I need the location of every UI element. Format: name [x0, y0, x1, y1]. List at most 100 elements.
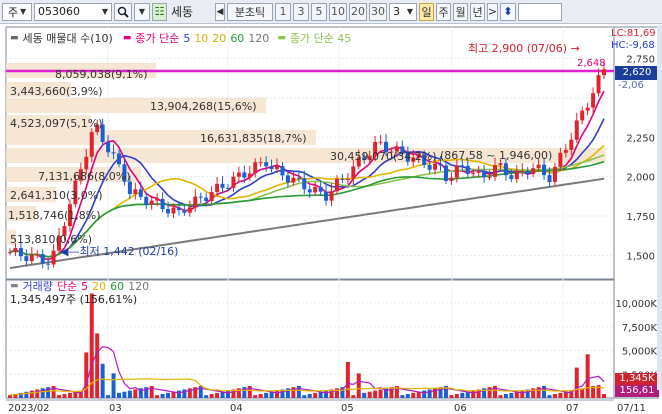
volume-bar [160, 394, 165, 398]
candle-body [155, 199, 160, 201]
volume-profile-label: 7,131,686(8,0%) [38, 170, 131, 183]
candle-body [24, 256, 29, 262]
candle-body [166, 209, 171, 214]
volume-axis-tick: 5,000K [622, 347, 658, 358]
volume-bar [122, 391, 127, 398]
volume-bar [460, 392, 465, 398]
candle-body [378, 141, 383, 143]
candle-body [138, 189, 143, 197]
arrow-right-icon: → [570, 42, 580, 55]
candle-body [351, 166, 356, 179]
volume-profile-label: 4,523,097(5,1%) [10, 117, 103, 130]
arrow-left-icon: ◀— [60, 245, 80, 258]
low-annotation: ◀—최저 1,442 (02/16) [60, 243, 178, 259]
candle-body [449, 177, 454, 181]
candle-body [160, 199, 165, 210]
price-axis-tick: 1,750 [626, 212, 655, 223]
volume-bar [106, 395, 111, 398]
candle-body [324, 191, 329, 201]
candle-body [18, 248, 23, 257]
volume-sub-value: 1,345,497주 (156,61%) [10, 293, 138, 306]
candle-body [596, 75, 601, 94]
volume-bar [166, 392, 171, 398]
volume-bar [405, 394, 410, 398]
volume-badge: 1,345K [615, 373, 659, 385]
volume-bar [215, 392, 220, 398]
volume-bar [155, 395, 160, 398]
candle-body [215, 183, 220, 192]
candle-body [302, 178, 307, 190]
volume-bar [84, 352, 89, 398]
volume-bar [133, 389, 138, 398]
candle-body [29, 254, 34, 262]
candle-body [209, 191, 214, 202]
candle-body [35, 254, 40, 256]
candle-body [503, 163, 508, 176]
current-mark: 2,648 [577, 58, 606, 69]
volume-bar [362, 392, 367, 398]
low-label: 최저 1,442 (02/16) [79, 245, 179, 258]
candle-body [536, 164, 541, 169]
volume-bar [509, 392, 514, 398]
candle-body [182, 210, 187, 213]
volume-bar [345, 361, 350, 398]
candle-body [40, 254, 45, 264]
x-axis-tick: 2023/02 [8, 403, 50, 414]
x-axis-tick: 05 [341, 403, 354, 414]
candle-body [443, 165, 448, 181]
volume-bar [116, 392, 121, 398]
volume-bar [427, 389, 432, 398]
volume-bar [574, 367, 579, 398]
ma-120-label: 120 [248, 31, 270, 45]
candle-body [231, 176, 236, 188]
volume-bar [176, 390, 181, 398]
candle-body [46, 263, 51, 265]
candle-body [176, 207, 181, 211]
candle-body [247, 173, 252, 178]
volume-profile-label: 1,518,746(1,8%) [8, 209, 101, 222]
x-axis-tick: 03 [109, 403, 122, 414]
candle-body [8, 252, 12, 254]
horizontal-scrollbar[interactable] [6, 399, 614, 401]
candle-body [547, 175, 552, 182]
ma-10-label: 10 [194, 31, 209, 45]
volume-bar [313, 392, 318, 398]
candle-body [531, 168, 536, 174]
volume-bar [100, 363, 105, 398]
candle-body [345, 178, 350, 180]
candle-body [591, 93, 596, 108]
ma-60-label: 60 [230, 31, 245, 45]
volume-bar [253, 395, 258, 398]
candle-body [438, 163, 443, 166]
legend-arrow-icon: ▬ [10, 33, 19, 43]
candle-body [193, 196, 198, 208]
candle-body [563, 149, 568, 153]
chart-canvas[interactable]: 8,059,038(9,1%) 3,443,660(3,9%) 13,904,268… [0, 0, 662, 414]
candle-body [334, 179, 339, 192]
volume-profile-label: 3,443,660(3,9%) [10, 85, 103, 98]
volume-bar [552, 394, 557, 398]
candle-body [313, 186, 318, 193]
high-label: 최고 2,900 (07/06) [468, 42, 568, 55]
candle-body [116, 153, 121, 165]
volume-profile-label: 2,641,310(3,0%) [10, 189, 103, 202]
legend-arrow-icon: ▬ [122, 33, 132, 43]
volume-pct-badge: 156,61 [615, 385, 659, 397]
volume-bar [29, 390, 34, 398]
x-axis-tick: 07 [566, 403, 579, 414]
volume-bar [67, 392, 72, 398]
candle-body [236, 172, 241, 177]
range-annotation: (867,58 ~ 1,946,00) [440, 149, 553, 162]
candle-body [602, 69, 606, 76]
candle-body [514, 171, 519, 180]
volume-bar [400, 395, 405, 398]
candle-body [225, 187, 230, 189]
legend-arrow-icon: ▬ [277, 33, 286, 43]
candle-body [51, 250, 56, 265]
ma-5-label: 5 [183, 31, 191, 45]
candle-body [187, 207, 192, 213]
candle-body [471, 172, 476, 174]
candle-body [111, 152, 116, 154]
vertical-scrollbar[interactable] [657, 25, 662, 390]
candle-body [580, 110, 585, 121]
